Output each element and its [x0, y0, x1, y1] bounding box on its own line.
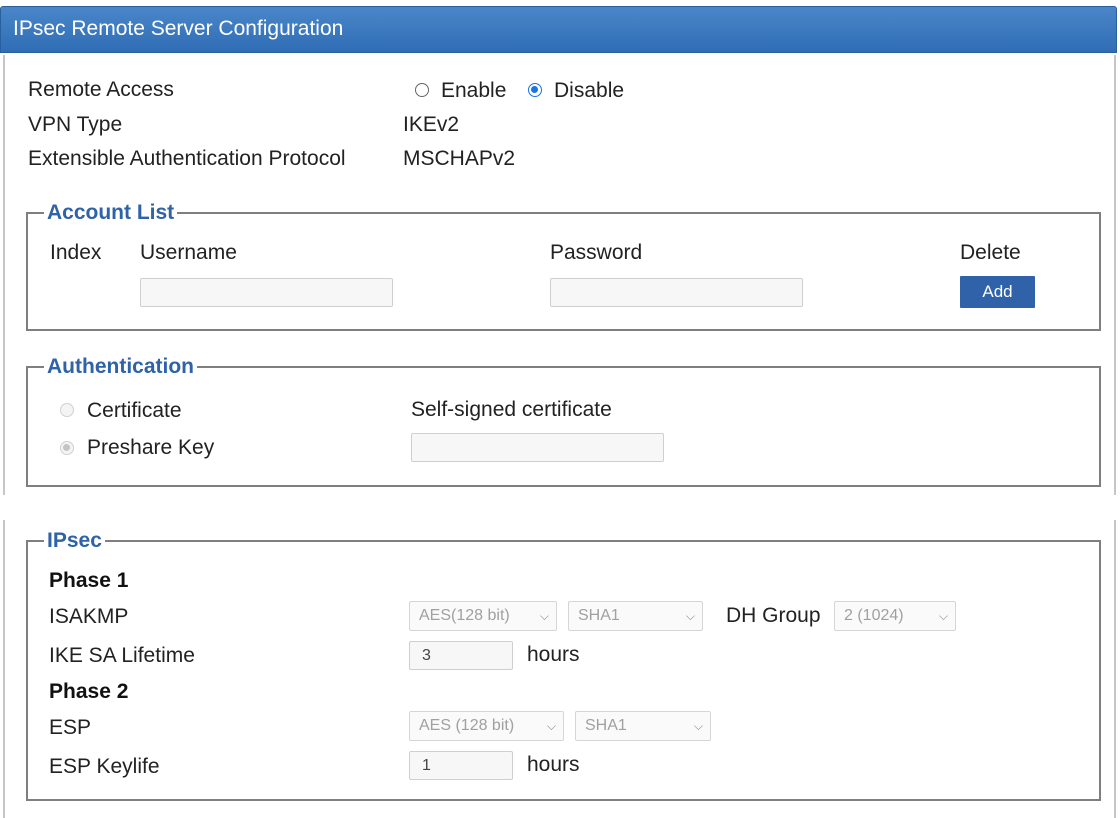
ipsec-legend: IPsec [47, 529, 102, 552]
isakmp-hash-value: SHA1 [578, 607, 620, 624]
page-title: IPsec Remote Server Configuration [13, 17, 344, 40]
esp-keylife-label: ESP Keylife [49, 755, 160, 778]
ike-lifetime-unit: hours [527, 643, 580, 666]
eap-label: Extensible Authentication Protocol [28, 147, 346, 170]
remote-access-disable-radio[interactable] [528, 83, 542, 97]
eap-value: MSCHAPv2 [403, 147, 516, 170]
esp-encryption-select[interactable]: AES (128 bit) ⌵ [409, 711, 564, 741]
column-delete: Delete [960, 241, 1021, 264]
dh-group-select[interactable]: 2 (1024) ⌵ [834, 601, 956, 631]
preshare-key-label[interactable]: Preshare Key [87, 436, 214, 460]
remote-access-disable-label[interactable]: Disable [554, 79, 624, 103]
page-header: IPsec Remote Server Configuration [0, 6, 1117, 53]
vpn-type-label: VPN Type [28, 113, 123, 136]
column-password: Password [550, 241, 643, 264]
phase2-heading: Phase 2 [49, 680, 129, 703]
vpn-type-value: IKEv2 [403, 113, 460, 136]
chevron-down-icon: ⌵ [546, 718, 556, 733]
chevron-down-icon: ⌵ [693, 718, 703, 733]
remote-access-label: Remote Access [28, 78, 174, 101]
isakmp-encryption-value: AES(128 bit) [419, 607, 510, 624]
add-account-button[interactable]: Add [960, 276, 1035, 308]
ike-sa-lifetime-input[interactable]: 3 [409, 641, 513, 670]
username-input[interactable] [140, 278, 393, 307]
chevron-down-icon: ⌵ [685, 608, 695, 623]
remote-access-enable-radio[interactable] [415, 83, 429, 97]
isakmp-hash-select[interactable]: SHA1 ⌵ [568, 601, 703, 631]
column-index: Index [50, 241, 102, 264]
remote-access-enable-label[interactable]: Enable [441, 79, 506, 103]
phase1-heading: Phase 1 [49, 569, 129, 592]
dh-group-label: DH Group [726, 604, 821, 627]
esp-hash-value: SHA1 [585, 717, 627, 734]
authentication-legend: Authentication [47, 355, 194, 378]
chevron-down-icon: ⌵ [539, 608, 549, 623]
account-list-legend: Account List [47, 201, 175, 224]
esp-keylife-unit: hours [527, 753, 580, 776]
chevron-down-icon: ⌵ [938, 608, 948, 623]
preshare-key-radio[interactable] [60, 441, 74, 455]
config-panel-top: Remote Access Enable Disable VPN Type IK… [3, 55, 1116, 495]
dh-group-value: 2 (1024) [844, 607, 904, 624]
column-username: Username [140, 241, 237, 264]
certificate-radio[interactable] [60, 403, 74, 417]
certificate-label[interactable]: Certificate [87, 399, 182, 423]
esp-label: ESP [49, 716, 92, 739]
isakmp-label: ISAKMP [49, 605, 129, 628]
config-panel-bottom: IPsec Phase 1 ISAKMP AES(128 bit) ⌵ SHA1… [3, 520, 1116, 818]
preshare-key-input[interactable] [411, 433, 664, 462]
self-signed-certificate-label: Self-signed certificate [411, 398, 612, 421]
esp-keylife-input[interactable]: 1 [409, 751, 513, 780]
password-input[interactable] [550, 278, 803, 307]
esp-hash-select[interactable]: SHA1 ⌵ [575, 711, 711, 741]
ike-sa-lifetime-label: IKE SA Lifetime [49, 644, 195, 667]
isakmp-encryption-select[interactable]: AES(128 bit) ⌵ [409, 601, 557, 631]
account-list-section: Account List [26, 201, 1101, 331]
esp-encryption-value: AES (128 bit) [419, 717, 515, 734]
